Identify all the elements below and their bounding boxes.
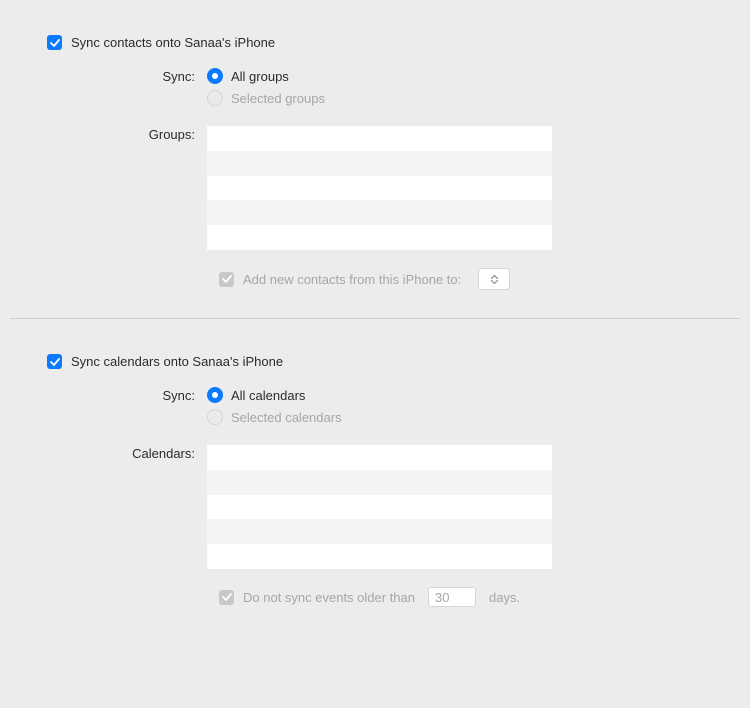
contacts-sync-label: Sync:	[47, 68, 207, 84]
calendars-listbox[interactable]	[207, 445, 552, 569]
calendars-older-checkbox	[219, 590, 234, 605]
contacts-groups-label: Groups:	[47, 126, 207, 142]
list-item	[207, 495, 552, 520]
calendars-selected-row: Selected calendars	[207, 409, 710, 425]
contacts-selected-groups-label: Selected groups	[231, 91, 325, 106]
calendars-list-row: Calendars:	[47, 445, 710, 569]
calendars-sync-label: Sync:	[47, 387, 207, 403]
contacts-add-new-popup[interactable]	[478, 268, 510, 290]
calendars-sync-mode-row: Sync: All calendars Selected calendars	[47, 387, 710, 431]
contacts-selected-groups-radio[interactable]	[207, 90, 223, 106]
calendars-older-days-field[interactable]: 30	[428, 587, 476, 607]
calendars-list-label: Calendars:	[47, 445, 207, 461]
checkmark-icon	[222, 274, 232, 284]
list-item	[207, 126, 552, 151]
contacts-add-new-row: Add new contacts from this iPhone to:	[219, 268, 710, 290]
calendars-list-control	[207, 445, 710, 569]
contacts-add-new-checkbox	[219, 272, 234, 287]
contacts-section: Sync contacts onto Sanaa's iPhone Sync: …	[0, 0, 750, 318]
sync-calendars-checkbox[interactable]	[47, 354, 62, 369]
list-item	[207, 151, 552, 176]
calendars-older-prefix: Do not sync events older than	[243, 590, 415, 605]
contacts-sync-mode-row: Sync: All groups Selected groups	[47, 68, 710, 112]
calendars-all-radio[interactable]	[207, 387, 223, 403]
calendars-older-row: Do not sync events older than 30 days.	[219, 587, 710, 607]
checkmark-icon	[222, 592, 232, 602]
calendars-all-row: All calendars	[207, 387, 710, 403]
contacts-selected-groups-row: Selected groups	[207, 90, 710, 106]
sync-calendars-row: Sync calendars onto Sanaa's iPhone	[47, 354, 710, 369]
calendars-all-label: All calendars	[231, 388, 305, 403]
list-item	[207, 544, 552, 569]
list-item	[207, 176, 552, 201]
list-item	[207, 200, 552, 225]
list-item	[207, 519, 552, 544]
sync-calendars-label: Sync calendars onto Sanaa's iPhone	[71, 354, 283, 369]
contacts-all-groups-label: All groups	[231, 69, 289, 84]
list-item	[207, 225, 552, 250]
contacts-all-groups-radio[interactable]	[207, 68, 223, 84]
contacts-groups-control	[207, 126, 710, 250]
list-item	[207, 470, 552, 495]
chevron-up-down-icon	[490, 273, 498, 285]
list-item	[207, 445, 552, 470]
sync-contacts-label: Sync contacts onto Sanaa's iPhone	[71, 35, 275, 50]
sync-contacts-row: Sync contacts onto Sanaa's iPhone	[47, 35, 710, 50]
calendars-selected-label: Selected calendars	[231, 410, 342, 425]
calendars-older-suffix: days.	[489, 590, 520, 605]
calendars-section: Sync calendars onto Sanaa's iPhone Sync:…	[0, 319, 750, 635]
checkmark-icon	[50, 38, 60, 48]
calendars-selected-radio[interactable]	[207, 409, 223, 425]
contacts-add-new-label: Add new contacts from this iPhone to:	[243, 272, 461, 287]
contacts-all-groups-row: All groups	[207, 68, 710, 84]
calendars-sync-options: All calendars Selected calendars	[207, 387, 710, 431]
sync-contacts-checkbox[interactable]	[47, 35, 62, 50]
contacts-sync-options: All groups Selected groups	[207, 68, 710, 112]
contacts-groups-row: Groups:	[47, 126, 710, 250]
contacts-groups-listbox[interactable]	[207, 126, 552, 250]
checkmark-icon	[50, 357, 60, 367]
